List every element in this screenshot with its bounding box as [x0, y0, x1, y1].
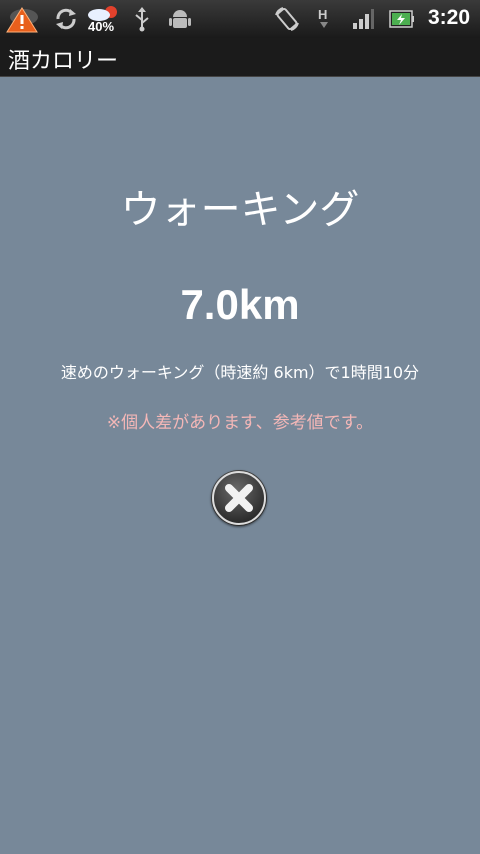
- rotate-icon: [272, 4, 302, 34]
- weather-icon: 40%: [84, 4, 124, 34]
- distance-value: 7.0km: [180, 281, 300, 328]
- battery-icon: [388, 4, 416, 34]
- app-title: 酒カロリー: [8, 49, 119, 74]
- close-button[interactable]: [211, 470, 267, 526]
- activity-description: 速めのウォーキング（時速約 6km）で1時間10分: [60, 363, 420, 382]
- status-time: 3:20: [427, 6, 470, 29]
- warning-icon: [4, 4, 40, 34]
- title-bar: 酒カロリー: [0, 38, 480, 77]
- svg-text:H: H: [318, 7, 327, 22]
- activity-name: ウォーキング: [120, 187, 360, 233]
- android-debug-icon: [168, 4, 192, 34]
- sync-icon: [52, 4, 80, 34]
- signal-icon: [350, 4, 376, 34]
- usb-icon: [130, 4, 154, 34]
- main-content: ウォーキング 7.0km 速めのウォーキング（時速約 6km）で1時間10分 ※…: [0, 77, 480, 854]
- disclaimer-text: ※個人差があります、参考値です。: [106, 413, 374, 433]
- weather-percent: 40%: [88, 19, 115, 34]
- network-h-icon: H: [314, 4, 334, 34]
- status-bar: 40% H 3:20: [0, 0, 480, 38]
